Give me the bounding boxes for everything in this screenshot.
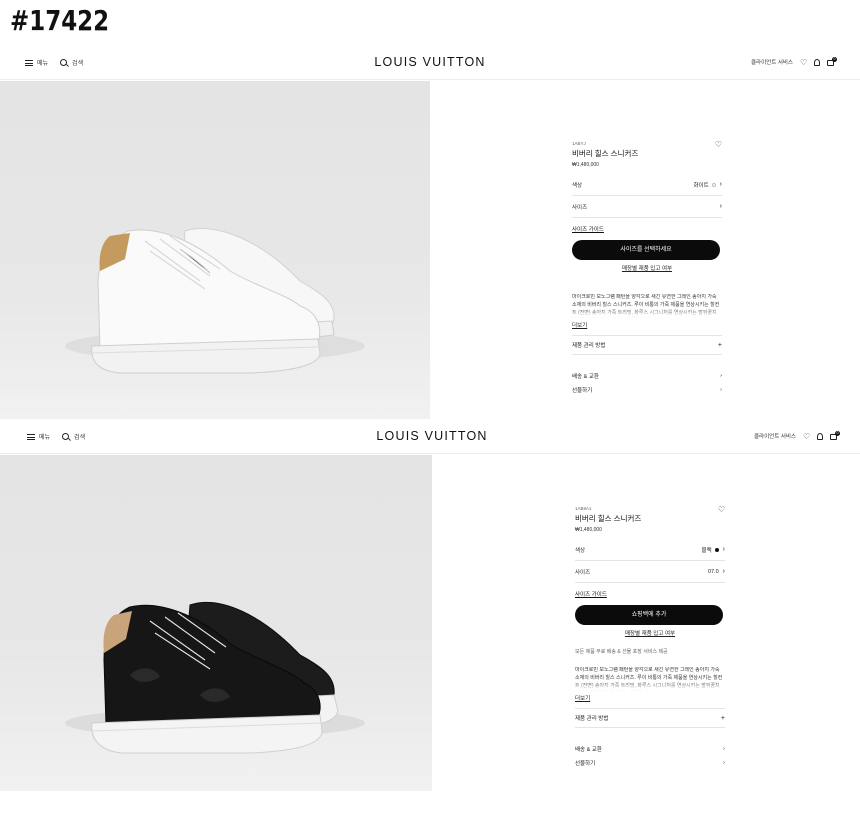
read-more-link[interactable]: 더보기 [572,321,722,329]
plus-icon: + [720,714,725,722]
user-icon[interactable] [817,432,823,440]
product-info: 1ABYJ 비버리 힐스 스니커즈 ₩1,480,000 ♡ 색상 화이트 › 사… [572,141,722,397]
product-price: ₩1,480,000 [572,162,599,168]
product-title: 비버리 힐스 스니커즈 [572,149,639,158]
size-label: 사이즈 [572,204,588,211]
add-to-bag-button[interactable]: 쇼핑백에 추가 [575,605,723,625]
chevron-right-icon: › [722,546,725,553]
white-sneaker-image [65,227,365,374]
care-label: 제품 관리 방법 [575,716,609,722]
gift-label: 선물하기 [575,761,596,767]
color-value: 블랙 [701,547,712,554]
plus-icon: + [717,341,722,349]
product-sku: 1AB9A1 [575,506,592,511]
black-sneaker-image [65,601,365,754]
chevron-right-icon: › [719,203,722,210]
color-selector[interactable]: 색상 화이트 › [572,174,722,196]
brand-logo[interactable]: LOUIS VUITTON [2,429,860,443]
care-label: 제품 관리 방법 [572,343,606,349]
size-guide-link[interactable]: 사이즈 가이드 [572,225,722,233]
bag-count: 0 [835,430,840,436]
site-header: 메뉴 검색 LOUIS VUITTON 클라이언트 서비스 ♡ 0 [0,46,860,80]
store-stock-link[interactable]: 매장별 재품 입고 여부 [575,629,725,637]
client-service-link[interactable]: 클라이언트 서비스 [751,58,793,66]
site-header: 메뉴 검색 LOUIS VUITTON 클라이언트 서비스 ♡ 0 [0,420,860,454]
size-guide-link[interactable]: 사이즈 가이드 [575,590,725,598]
user-icon[interactable] [814,58,820,66]
client-service-link[interactable]: 클라이언트 서비스 [754,432,796,440]
chevron-right-icon: › [722,568,725,575]
color-swatch [714,547,719,552]
bag-icon[interactable]: 0 [827,56,837,66]
heart-icon[interactable]: ♡ [803,432,810,440]
shipping-label: 배송 & 교환 [572,374,599,380]
chevron-right-icon: › [719,181,722,188]
shipping-label: 배송 & 교환 [575,747,602,753]
product-info: 1AB9A1 비버리 힐스 스니커즈 ₩1,480,000 ♡ 색상 블랙 › 사… [575,506,725,770]
gift-link[interactable]: 선물하기 › [572,383,722,397]
color-swatch [711,182,716,187]
gift-label: 선물하기 [572,388,593,394]
header-right: 클라이언트 서비스 ♡ 0 [754,430,840,440]
product-image [0,81,430,419]
shipping-link[interactable]: 배송 & 교환 › [575,742,725,756]
size-label: 사이즈 [575,569,591,576]
chevron-right-icon: › [723,746,725,752]
size-selector[interactable]: 사이즈 › [572,196,722,218]
size-value: 07.0 [707,568,719,575]
wishlist-heart-icon[interactable]: ♡ [715,141,722,149]
store-stock-link[interactable]: 매장별 재품 입고 여부 [572,264,722,272]
product-screenshot-white: 메뉴 검색 LOUIS VUITTON 클라이언트 서비스 ♡ 0 1ABYJ … [0,46,860,420]
read-more-link[interactable]: 더보기 [575,694,725,702]
color-selector[interactable]: 색상 블랙 › [575,539,725,561]
color-label: 색상 [575,547,586,554]
care-accordion[interactable]: 제품 관리 방법 + [572,335,722,355]
chevron-right-icon: › [723,760,725,766]
header-right: 클라이언트 서비스 ♡ 0 [751,56,837,66]
product-screenshot-black: 메뉴 검색 LOUIS VUITTON 클라이언트 서비스 ♡ 0 1AB9A1… [0,420,860,792]
product-title: 비버리 힐스 스니커즈 [575,514,642,523]
product-price: ₩1,480,000 [575,527,602,533]
brand-logo[interactable]: LOUIS VUITTON [0,55,860,69]
bag-count: 0 [832,56,837,62]
product-description: 마이크로빈 모노그램 패턴을 양각으로 새긴 유연한 그레인 송아지 가죽 소재… [572,294,722,318]
product-image [0,455,432,791]
shipping-link[interactable]: 배송 & 교환 › [572,369,722,383]
product-sku: 1ABYJ [572,141,586,146]
care-accordion[interactable]: 제품 관리 방법 + [575,708,725,728]
chevron-right-icon: › [720,387,722,393]
color-value: 화이트 [693,182,709,189]
chevron-right-icon: › [720,373,722,379]
color-label: 색상 [572,182,583,189]
heart-icon[interactable]: ♡ [800,58,807,66]
shipping-note: 모든 제품 무료 배송 & 선물 포장 서비스 제공 [575,649,668,655]
select-size-button[interactable]: 사이즈를 선택하세요 [572,240,720,260]
product-description: 마이크로빈 모노그램 패턴을 양각으로 새긴 유연한 그레인 송아지 가죽 소재… [575,667,725,691]
size-selector[interactable]: 사이즈 07.0 › [575,561,725,583]
gift-link[interactable]: 선물하기 › [575,756,725,770]
listing-badge: #17422 [10,4,110,37]
wishlist-heart-icon[interactable]: ♡ [718,506,725,514]
bag-icon[interactable]: 0 [830,430,840,440]
